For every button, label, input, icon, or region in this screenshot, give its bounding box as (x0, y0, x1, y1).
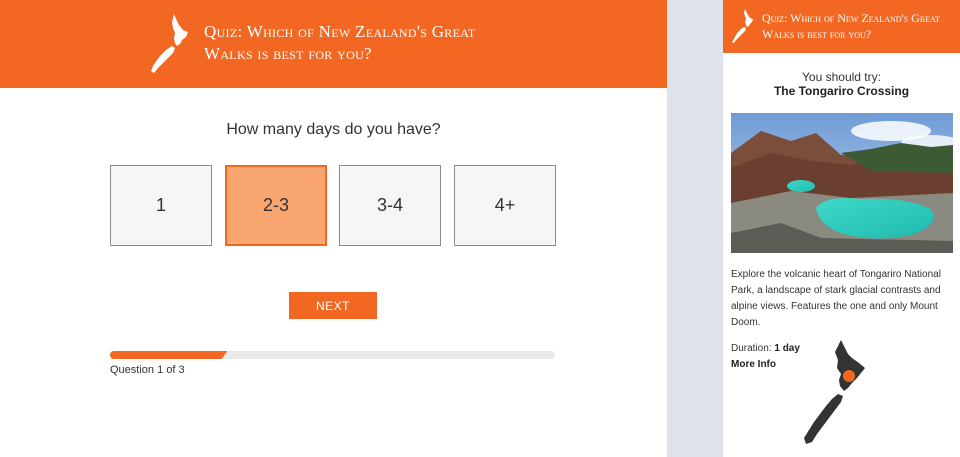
result-description: Explore the volcanic heart of Tongariro … (731, 269, 941, 328)
next-button[interactable]: NEXT (289, 292, 377, 319)
tongariro-photo (731, 113, 953, 253)
result-card-header: Quiz: Which of New Zealand's Great Walks… (723, 0, 960, 53)
progress-label: Question 1 of 3 (110, 364, 185, 376)
answer-option-1[interactable]: 1 (110, 165, 212, 246)
answer-option-2-3[interactable]: 2-3 (225, 165, 327, 246)
new-zealand-map-icon (151, 14, 188, 73)
quiz-title: Quiz: Which of New Zealand's Great Walks… (204, 22, 476, 63)
page-gutter (667, 0, 723, 457)
result-walk-name: The Tongariro Crossing (773, 84, 910, 98)
new-zealand-map-icon (804, 340, 865, 444)
duration-value: 1 day (774, 343, 800, 354)
progress-bar (110, 351, 555, 359)
new-zealand-map-icon (732, 9, 753, 43)
result-duration: Duration: 1 day (731, 343, 800, 354)
result-card-title: Quiz: Which of New Zealand's Great Walks… (762, 11, 940, 41)
answer-option-4-plus[interactable]: 4+ (454, 165, 556, 246)
progress-bar-fill (110, 351, 228, 359)
quiz-header: Quiz: Which of New Zealand's Great Walks… (0, 0, 667, 88)
more-info-link[interactable]: More Info (731, 359, 776, 370)
try-label: You should try: (802, 70, 881, 84)
quiz-panel: Quiz: Which of New Zealand's Great Walks… (0, 0, 667, 457)
duration-label: Duration: (731, 343, 772, 354)
answer-option-3-4[interactable]: 3-4 (339, 165, 441, 246)
location-marker-icon (843, 370, 855, 382)
result-card: Quiz: Which of New Zealand's Great Walks… (723, 0, 960, 457)
question-text: How many days do you have? (226, 121, 441, 138)
